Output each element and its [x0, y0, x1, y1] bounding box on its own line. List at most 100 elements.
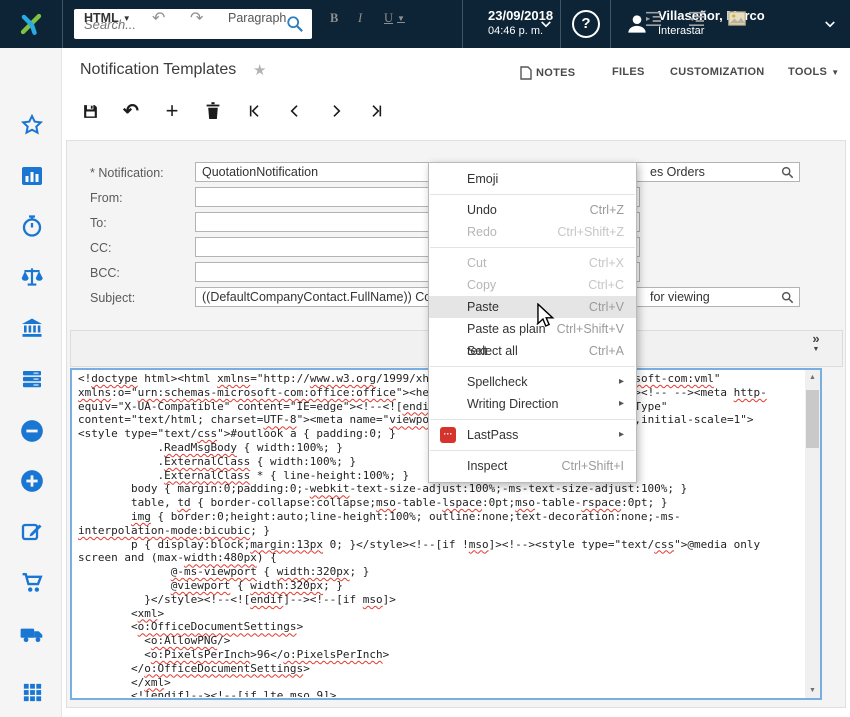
outdent-icon [645, 11, 662, 26]
minus-circle-icon [19, 418, 45, 444]
html-mode-label: HTML [84, 11, 119, 25]
menu-item-spellcheck[interactable]: Spellcheck▸ [429, 371, 636, 393]
toolbar-overflow-button[interactable]: » ▼ [806, 332, 826, 362]
previous-record-button[interactable] [282, 99, 308, 123]
html-mode-dropdown[interactable]: HTML ▼ [84, 6, 131, 30]
link-lookup-field[interactable]: for viewing [636, 287, 800, 307]
menu-separator [430, 194, 635, 195]
insert-image-button[interactable] [728, 6, 746, 30]
sidebar-item-dashboards[interactable] [18, 162, 46, 190]
add-new-record-button[interactable]: + [159, 99, 185, 123]
search-icon[interactable] [286, 15, 304, 33]
stacked-list-icon [20, 367, 44, 391]
menu-item-select-all[interactable]: Select all Ctrl+A [429, 340, 636, 362]
customization-link[interactable]: CUSTOMIZATION [670, 66, 765, 78]
lookup-magnifier-icon[interactable] [781, 166, 794, 179]
submenu-arrow-icon: ▸ [619, 393, 624, 415]
sidebar-item-favorites[interactable] [18, 111, 46, 139]
sidebar-item-apps-menu[interactable] [18, 678, 46, 706]
sidebar-item-banking[interactable] [18, 314, 46, 342]
sidebar-item-shipments[interactable] [18, 620, 46, 648]
italic-button[interactable]: I [358, 6, 362, 30]
files-link[interactable]: FILES [612, 66, 645, 78]
stopwatch-icon [20, 214, 44, 238]
editor-undo-button[interactable]: ↶ [152, 6, 165, 30]
note-doc-icon [520, 66, 532, 80]
last-record-button[interactable] [364, 99, 390, 123]
favorite-star-icon[interactable]: ★ [253, 61, 266, 79]
notes-link[interactable]: NOTES [520, 66, 575, 80]
app-logo[interactable] [0, 0, 62, 48]
sidebar-item-remove[interactable] [18, 417, 46, 445]
underline-label: U [384, 11, 393, 26]
lookup-magnifier-icon[interactable] [781, 291, 794, 304]
menu-item-writing-direction[interactable]: Writing Direction▸ [429, 393, 636, 415]
sidebar-item-add[interactable] [18, 467, 46, 495]
indent-button[interactable] [688, 6, 705, 30]
save-button[interactable] [77, 99, 103, 123]
save-icon [82, 103, 99, 120]
editor-redo-button[interactable]: ↷ [190, 6, 203, 30]
tools-link[interactable]: TOOLS ▼ [788, 66, 839, 78]
paragraph-label: Paragraph [228, 11, 286, 25]
scroll-down-icon[interactable]: ▼ [805, 683, 820, 698]
menu-item-paste[interactable]: Paste Ctrl+V [429, 296, 636, 318]
grid-icon [21, 681, 44, 704]
screen-lookup-field[interactable]: es Orders [636, 162, 800, 182]
cart-icon [20, 570, 45, 595]
sidebar-item-sales[interactable] [18, 568, 46, 596]
menu-item-redo: RedoCtrl+Shift+Z [429, 221, 636, 243]
menu-item-lastpass[interactable]: ···LastPass▸ [429, 424, 636, 446]
menu-shortcut: Ctrl+V [589, 296, 624, 318]
context-menu: EmojiUndoCtrl+ZRedoCtrl+Shift+ZCutCtrl+X… [428, 162, 637, 483]
star-icon [20, 113, 44, 137]
menu-shortcut: Ctrl+A [589, 340, 624, 362]
next-record-button[interactable] [323, 99, 349, 123]
date-chevron-down-icon[interactable] [540, 20, 552, 29]
help-button[interactable]: ? [572, 10, 600, 38]
menu-item-label: Select all [467, 340, 518, 362]
undo-arrow-icon: ↶ [152, 8, 165, 28]
submenu-arrow-icon: ▸ [619, 424, 624, 446]
first-record-icon [246, 103, 262, 119]
edit-icon [20, 520, 44, 544]
link-lookup-value: for viewing [637, 290, 781, 304]
outdent-button[interactable] [645, 6, 662, 30]
menu-item-inspect[interactable]: InspectCtrl+Shift+I [429, 455, 636, 477]
sidebar-item-compose[interactable] [18, 518, 46, 546]
menu-item-label: Spellcheck [467, 371, 527, 393]
menu-item-label: Paste [467, 296, 499, 318]
files-label: FILES [612, 66, 645, 78]
menu-shortcut: Ctrl+X [589, 252, 624, 274]
menu-item-paste-as-plain-text[interactable]: Paste as plain textCtrl+Shift+V [429, 318, 636, 340]
plus-circle-icon [19, 468, 45, 494]
menu-separator [430, 419, 635, 420]
menu-item-label: Emoji [467, 168, 498, 190]
topbar-separator [610, 0, 611, 48]
menu-item-emoji[interactable]: Emoji [429, 168, 636, 190]
scales-icon [19, 264, 45, 290]
menu-item-label: Redo [467, 221, 497, 243]
delete-record-button[interactable] [200, 99, 226, 123]
current-time: 04:46 p. m. [488, 25, 543, 37]
sidebar-item-time[interactable] [18, 212, 46, 240]
cancel-changes-button[interactable]: ↶ [118, 99, 144, 123]
tools-label: TOOLS [788, 66, 827, 78]
paragraph-style-dropdown[interactable]: Paragraph [228, 6, 286, 30]
sidebar-item-data-views[interactable] [18, 365, 46, 393]
sidebar-item-balances[interactable] [18, 263, 46, 291]
bold-button[interactable]: B [330, 6, 338, 30]
last-record-icon [369, 103, 385, 119]
bar-chart-icon [20, 164, 44, 188]
menu-separator [430, 366, 635, 367]
first-record-button[interactable] [241, 99, 267, 123]
menu-item-copy: CopyCtrl+C [429, 274, 636, 296]
double-chevron-icon: » [806, 332, 826, 346]
scroll-up-icon[interactable]: ▲ [805, 370, 820, 385]
scrollbar-thumb[interactable] [806, 390, 819, 448]
chevron-left-icon [287, 103, 303, 119]
menu-shortcut: Ctrl+C [588, 274, 624, 296]
underline-button[interactable]: U ▼ [384, 6, 405, 30]
menu-item-undo[interactable]: UndoCtrl+Z [429, 199, 636, 221]
editor-scrollbar[interactable]: ▲ ▼ [805, 370, 820, 698]
